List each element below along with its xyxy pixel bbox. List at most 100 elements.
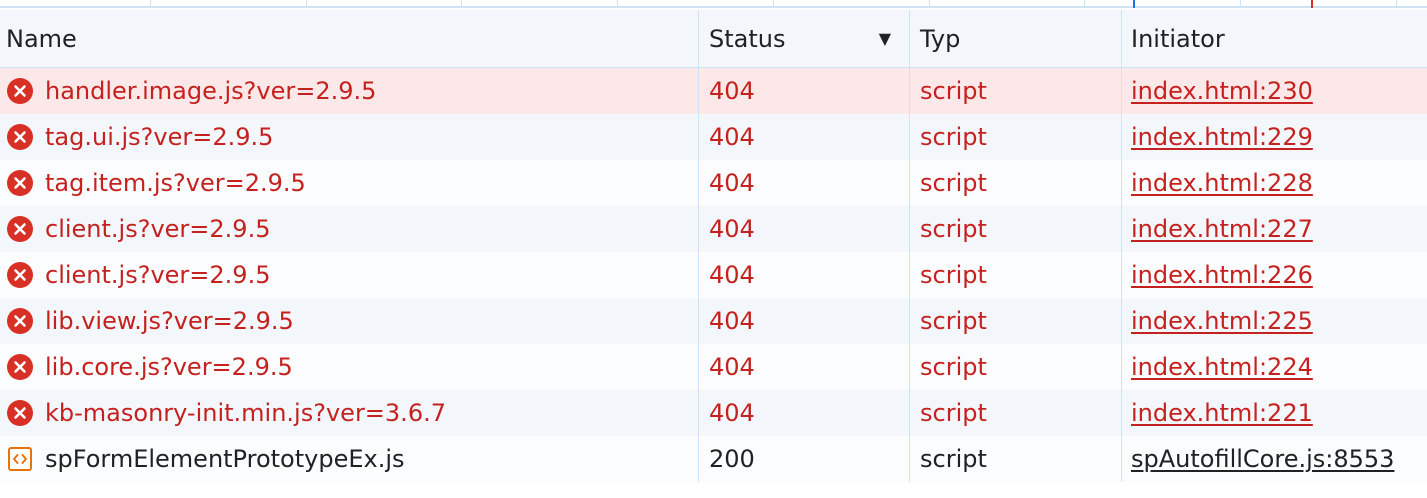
request-name: handler.image.js?ver=2.9.5 (45, 77, 377, 105)
table-row[interactable]: lib.view.js?ver=2.9.5 404 script index.html… (0, 298, 1427, 344)
initiator-link[interactable]: index.html:227 (1131, 215, 1313, 243)
cell-status: 404 (698, 160, 909, 206)
error-icon (6, 307, 34, 335)
table-row[interactable]: handler.image.js?ver=2.9.5 404 script index… (0, 68, 1427, 114)
resource-type: script (920, 215, 987, 243)
error-icon (6, 169, 34, 197)
request-table: Name Status ▼ Typ Initiator handler.imag… (0, 10, 1427, 482)
resource-type: script (920, 307, 987, 335)
cell-name[interactable]: handler.image.js?ver=2.9.5 (0, 68, 698, 114)
initiator-link[interactable]: index.html:225 (1131, 307, 1313, 335)
cell-status: 404 (698, 206, 909, 252)
initiator-link[interactable]: index.html:226 (1131, 261, 1313, 289)
cell-status: 404 (698, 252, 909, 298)
request-name: lib.core.js?ver=2.9.5 (45, 353, 293, 381)
script-icon (6, 445, 34, 473)
column-header-type[interactable]: Typ (909, 10, 1121, 67)
waterfall-overview[interactable] (0, 0, 1427, 8)
cell-status: 404 (698, 68, 909, 114)
cell-initiator: index.html:226 (1121, 252, 1427, 298)
cell-type: script (909, 206, 1121, 252)
cell-type: script (909, 436, 1121, 482)
cell-initiator: index.html:221 (1121, 390, 1427, 436)
network-panel: Name Status ▼ Typ Initiator handler.imag… (0, 0, 1427, 498)
cell-status: 404 (698, 344, 909, 390)
initiator-link[interactable]: spAutofillCore.js:8553 (1131, 445, 1394, 473)
cell-status: 404 (698, 390, 909, 436)
error-icon (6, 261, 34, 289)
cell-type: script (909, 298, 1121, 344)
status-code: 404 (709, 307, 755, 335)
cell-initiator: index.html:225 (1121, 298, 1427, 344)
resource-type: script (920, 445, 987, 473)
status-code: 404 (709, 261, 755, 289)
table-row[interactable]: client.js?ver=2.9.5 404 script index.html:2… (0, 206, 1427, 252)
cell-initiator: index.html:224 (1121, 344, 1427, 390)
cell-name[interactable]: client.js?ver=2.9.5 (0, 252, 698, 298)
resource-type: script (920, 77, 987, 105)
resource-type: script (920, 261, 987, 289)
table-row[interactable]: spFormElementPrototypeEx.js 200 script spAu… (0, 436, 1427, 482)
status-code: 200 (709, 445, 755, 473)
cell-initiator: index.html:227 (1121, 206, 1427, 252)
request-name: client.js?ver=2.9.5 (45, 261, 271, 289)
table-row[interactable]: lib.core.js?ver=2.9.5 404 script index.html… (0, 344, 1427, 390)
column-header-status[interactable]: Status ▼ (698, 10, 909, 67)
status-code: 404 (709, 123, 755, 151)
table-row[interactable]: client.js?ver=2.9.5 404 script index.html:2… (0, 252, 1427, 298)
column-header-type-label: Typ (920, 24, 961, 53)
cell-type: script (909, 68, 1121, 114)
cell-name[interactable]: spFormElementPrototypeEx.js (0, 436, 698, 482)
cell-initiator: spAutofillCore.js:8553 (1121, 436, 1427, 482)
table-row[interactable]: tag.ui.js?ver=2.9.5 404 script index.html:2… (0, 114, 1427, 160)
column-header-initiator-label: Initiator (1131, 24, 1225, 53)
status-code: 404 (709, 399, 755, 427)
initiator-link[interactable]: index.html:230 (1131, 77, 1313, 105)
resource-type: script (920, 123, 987, 151)
resource-type: script (920, 353, 987, 381)
request-name: spFormElementPrototypeEx.js (45, 445, 405, 473)
request-name: tag.ui.js?ver=2.9.5 (45, 123, 274, 151)
column-header-initiator[interactable]: Initiator (1121, 10, 1427, 67)
cell-name[interactable]: kb-masonry-init.min.js?ver=3.6.7 (0, 390, 698, 436)
request-name: kb-masonry-init.min.js?ver=3.6.7 (45, 399, 446, 427)
request-name: client.js?ver=2.9.5 (45, 215, 271, 243)
status-code: 404 (709, 169, 755, 197)
error-icon (6, 215, 34, 243)
initiator-link[interactable]: index.html:229 (1131, 123, 1313, 151)
request-name: tag.item.js?ver=2.9.5 (45, 169, 306, 197)
table-row[interactable]: tag.item.js?ver=2.9.5 404 script index.html… (0, 160, 1427, 206)
column-header-name-label: Name (6, 24, 77, 53)
cell-name[interactable]: tag.ui.js?ver=2.9.5 (0, 114, 698, 160)
error-icon (6, 77, 34, 105)
cell-status: 404 (698, 298, 909, 344)
column-header-name[interactable]: Name (0, 10, 698, 67)
table-header: Name Status ▼ Typ Initiator (0, 10, 1427, 68)
status-code: 404 (709, 215, 755, 243)
cell-name[interactable]: tag.item.js?ver=2.9.5 (0, 160, 698, 206)
status-code: 404 (709, 353, 755, 381)
cell-initiator: index.html:228 (1121, 160, 1427, 206)
resource-type: script (920, 169, 987, 197)
cell-type: script (909, 160, 1121, 206)
request-name: lib.view.js?ver=2.9.5 (45, 307, 294, 335)
cell-type: script (909, 252, 1121, 298)
cell-type: script (909, 390, 1121, 436)
initiator-link[interactable]: index.html:221 (1131, 399, 1313, 427)
sort-descending-icon[interactable]: ▼ (879, 29, 891, 48)
error-icon (6, 123, 34, 151)
cell-name[interactable]: lib.view.js?ver=2.9.5 (0, 298, 698, 344)
column-header-status-label: Status (709, 24, 786, 53)
table-row[interactable]: kb-masonry-init.min.js?ver=3.6.7 404 scrip… (0, 390, 1427, 436)
cell-type: script (909, 114, 1121, 160)
error-icon (6, 353, 34, 381)
cell-name[interactable]: client.js?ver=2.9.5 (0, 206, 698, 252)
error-icon (6, 399, 34, 427)
cell-type: script (909, 344, 1121, 390)
initiator-link[interactable]: index.html:224 (1131, 353, 1313, 381)
cell-name[interactable]: lib.core.js?ver=2.9.5 (0, 344, 698, 390)
initiator-link[interactable]: index.html:228 (1131, 169, 1313, 197)
cell-status: 404 (698, 114, 909, 160)
resource-type: script (920, 399, 987, 427)
cell-status: 200 (698, 436, 909, 482)
